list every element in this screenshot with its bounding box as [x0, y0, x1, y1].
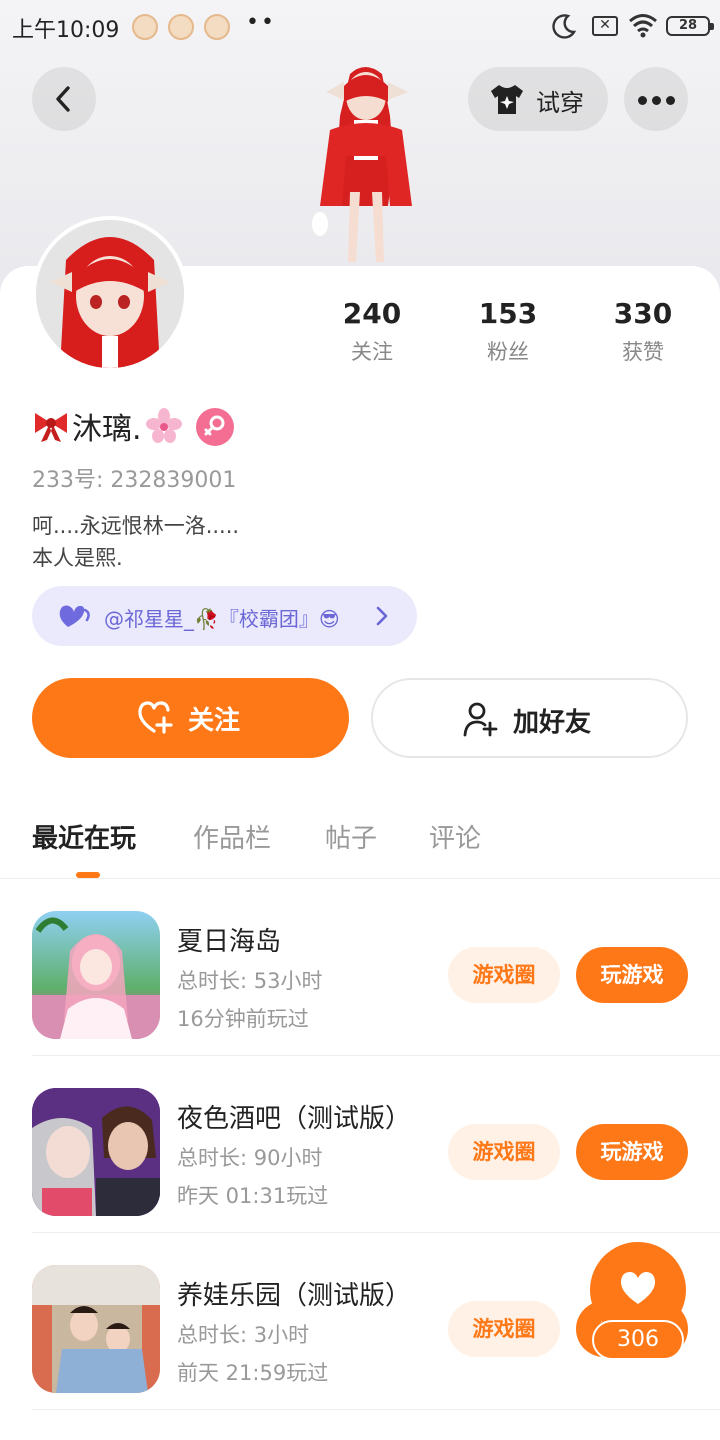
tshirt-icon — [491, 85, 523, 114]
heart-icon — [59, 605, 90, 627]
play-game-button[interactable]: 玩游戏 — [576, 947, 688, 1003]
more-dots-icon — [638, 96, 647, 105]
chevron-left-icon — [56, 86, 70, 112]
game-last-played: 16分钟前玩过 — [177, 1007, 309, 1031]
female-gender-badge — [196, 408, 234, 446]
tab-posts[interactable]: 帖子 — [325, 818, 377, 855]
game-duration: 总时长: 53小时 — [177, 969, 323, 993]
wifi-icon — [629, 14, 657, 38]
game-title: 夜色酒吧（测试版） — [177, 1104, 412, 1134]
user-id: 233号: 232839001 — [32, 468, 237, 493]
status-time: 上午10:09 — [12, 18, 120, 43]
avatar[interactable] — [32, 216, 188, 372]
bio-line: 呵....永远恨林一洛..... — [32, 514, 240, 538]
following-label: 关注 — [351, 340, 393, 364]
back-button[interactable] — [32, 67, 96, 131]
relationship-pill[interactable]: @祁星星_🥀『校霸团』😎 — [32, 586, 417, 646]
stat-likes[interactable]: 330 获赞 — [588, 296, 698, 366]
more-options-button[interactable] — [624, 67, 688, 131]
battery-icon: 28 — [666, 16, 714, 36]
game-circle-button[interactable]: 游戏圈 — [448, 1124, 560, 1180]
likes-label: 获赞 — [622, 340, 664, 364]
fans-label: 粉丝 — [487, 340, 529, 364]
game-circle-button[interactable]: 游戏圈 — [448, 947, 560, 1003]
notification-icon — [132, 14, 158, 40]
game-duration: 总时长: 3小时 — [177, 1323, 310, 1347]
username: 沐璃. — [32, 404, 182, 448]
row-divider — [32, 1409, 720, 1410]
more-notifications-icon: •• — [246, 10, 276, 35]
follow-label: 关注 — [188, 706, 241, 736]
tab-recently-played[interactable]: 最近在玩 — [32, 818, 136, 855]
game-row[interactable]: 夏日海岛 总时长: 53小时 16分钟前玩过 游戏圈 玩游戏 — [0, 879, 720, 1056]
sakura-emoji-icon — [145, 408, 182, 443]
username-text: 沐璃. — [72, 412, 142, 447]
no-sim-icon: ✕ — [592, 16, 618, 36]
notification-icon — [204, 14, 230, 40]
try-on-button[interactable]: 试穿 — [468, 67, 608, 131]
do-not-disturb-moon-icon — [552, 14, 577, 39]
ribbon-emoji-icon — [35, 413, 67, 442]
following-count: 240 — [342, 297, 402, 330]
tab-works[interactable]: 作品栏 — [193, 818, 271, 855]
heart-icon — [620, 1272, 656, 1304]
game-icon — [32, 911, 160, 1039]
like-count-badge: 306 — [592, 1320, 684, 1360]
avatar-image — [36, 220, 184, 368]
add-friend-button[interactable]: 加好友 — [371, 678, 688, 758]
game-icon — [32, 1265, 160, 1393]
female-icon — [204, 415, 225, 436]
stat-fans[interactable]: 153 粉丝 — [453, 296, 563, 366]
heart-plus-icon — [138, 701, 173, 734]
notification-icon — [168, 14, 194, 40]
likes-count: 330 — [613, 297, 673, 330]
game-row[interactable]: 夜色酒吧（测试版） 总时长: 90小时 昨天 01:31玩过 游戏圈 玩游戏 — [0, 1056, 720, 1233]
game-duration: 总时长: 90小时 — [177, 1146, 323, 1170]
character-figure-image — [312, 67, 412, 262]
relationship-text: @祁星星_🥀『校霸团』😎 — [104, 607, 340, 631]
add-user-icon — [463, 702, 498, 737]
game-last-played: 昨天 01:31玩过 — [177, 1184, 329, 1208]
follow-button[interactable]: 关注 — [32, 678, 349, 758]
bio-line: 本人是熙. — [32, 546, 123, 570]
fans-count: 153 — [478, 297, 538, 330]
game-title: 夏日海岛 — [177, 927, 282, 957]
try-on-label: 试穿 — [536, 89, 584, 117]
game-circle-button[interactable]: 游戏圈 — [448, 1301, 560, 1357]
bio: 呵....永远恨林一洛..... 本人是熙. — [32, 510, 239, 574]
game-icon — [32, 1088, 160, 1216]
play-game-button[interactable]: 玩游戏 — [576, 1124, 688, 1180]
chevron-right-icon — [376, 606, 388, 626]
game-title: 养娃乐园（测试版） — [177, 1281, 412, 1311]
stat-following[interactable]: 240 关注 — [317, 296, 427, 366]
tab-comments[interactable]: 评论 — [429, 818, 481, 855]
add-friend-label: 加好友 — [513, 708, 592, 738]
game-last-played: 前天 21:59玩过 — [177, 1361, 329, 1385]
status-bar: 上午10:09 •• ✕ 28 — [0, 0, 720, 56]
